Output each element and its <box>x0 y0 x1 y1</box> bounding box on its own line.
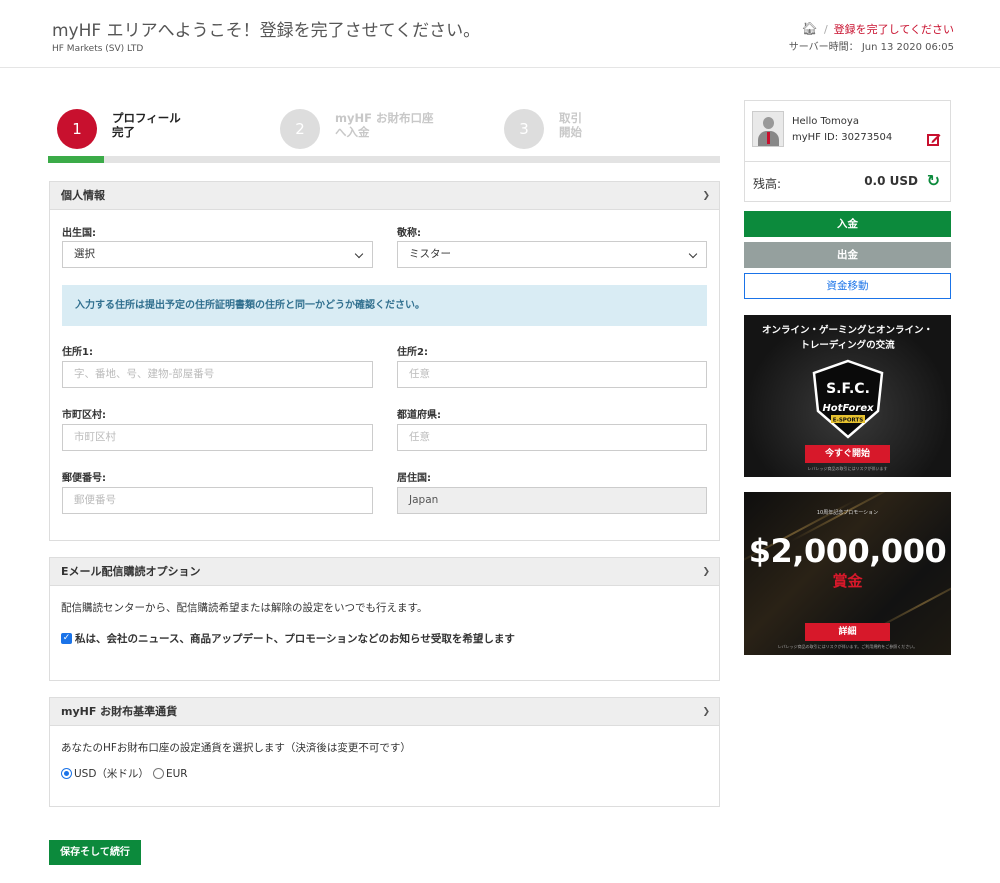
personal-info-panel: 個人情報 ❯ 出生国: 選択 敬称: ミスター 入力する住所は提出予定の住所証明… <box>49 181 720 541</box>
email-options-panel: Eメール配信購読オプション ❯ 配信購読センターから、配信購読希望または解除の設… <box>49 557 720 681</box>
step-label: 取引 開始 <box>559 111 582 139</box>
details-button[interactable]: 詳細 <box>805 623 890 641</box>
step-1: 1 プロフィール 完了 <box>57 109 181 149</box>
step-number: 2 <box>280 109 320 149</box>
step-2: 2 myHF お財布口座 へ入金 <box>280 109 433 149</box>
zip-input[interactable]: 郵便番号 <box>62 487 373 514</box>
user-summary-card: Hello Tomoya myHF ID: 30273504 残高: 0.0 U… <box>744 100 951 202</box>
personal-info-header[interactable]: 個人情報 ❯ <box>50 182 719 210</box>
currency-radio-group: USD（米ドル） EUR <box>61 766 188 781</box>
risk-disclaimer: レバレッジ商品の取引にはリスクが伴います <box>807 466 888 471</box>
usd-radio-label[interactable]: USD（米ドル） <box>74 766 149 781</box>
server-time: サーバー時間： Jun 13 2020 06:05 <box>788 42 954 53</box>
chevron-down-icon[interactable]: ❯ <box>702 182 710 210</box>
step-label: プロフィール 完了 <box>112 111 181 139</box>
prize-amount: $2,000,000 <box>748 532 947 570</box>
title-label: 敬称: <box>397 228 421 239</box>
balance-value: 0.0 USD <box>864 174 918 188</box>
edit-icon[interactable] <box>927 133 941 146</box>
company-name: HF Markets (SV) LTD <box>52 44 144 54</box>
step-label: myHF お財布口座 へ入金 <box>335 111 434 139</box>
newsletter-checkbox-row[interactable]: ✓ 私は、会社のニュース、商品アップデート、プロモーションなどのお知らせ受取を希… <box>61 631 515 646</box>
newsletter-checkbox-label[interactable]: 私は、会社のニュース、商品アップデート、プロモーションなどのお知らせ受取を希望し… <box>75 631 515 646</box>
withdraw-button[interactable]: 出金 <box>744 242 951 268</box>
prefecture-label: 都道府県: <box>397 410 441 421</box>
address1-label: 住所1: <box>62 347 93 358</box>
panel-title: 個人情報 <box>61 189 105 202</box>
address1-input[interactable]: 字、番地、号、建物-部屋番号 <box>62 361 373 388</box>
residence-label: 居住国: <box>397 473 431 484</box>
home-icon[interactable]: 🏠︎ <box>801 22 818 37</box>
step-3: 3 取引 開始 <box>504 109 582 149</box>
breadcrumb-separator: / <box>823 22 828 36</box>
promo-title: 10周年記念プロモーション <box>816 510 879 516</box>
eur-radio[interactable] <box>152 768 164 779</box>
address2-input[interactable]: 任意 <box>397 361 707 388</box>
logo-top-text: S.F.C. <box>826 381 870 397</box>
esports-promo-banner[interactable]: オンライン・ゲーミングとオンライン・ トレーディングの交流 S.F.C. Hot… <box>744 315 951 477</box>
banner-headline: オンライン・ゲーミングとオンライン・ トレーディングの交流 <box>761 325 933 351</box>
base-currency-header[interactable]: myHF お財布基準通貨 ❯ <box>50 698 719 726</box>
avatar <box>752 111 784 147</box>
city-label: 市町区村: <box>62 410 106 421</box>
birth-country-label: 出生国: <box>62 228 96 239</box>
save-continue-button[interactable]: 保存そして続行 <box>49 840 141 865</box>
chevron-down-icon[interactable]: ❯ <box>702 558 710 586</box>
logo-brand-text: HotForex <box>822 403 874 414</box>
address-info-alert: 入力する住所は提出予定の住所証明書類の住所と同一かどうか確認ください。 <box>62 285 707 326</box>
registration-steps: 1 プロフィール 完了 2 myHF お財布口座 へ入金 3 取引 開始 <box>48 105 720 165</box>
balance-label: 残高: <box>753 177 782 191</box>
step-number: 3 <box>504 109 544 149</box>
panel-title: myHF お財布基準通貨 <box>61 705 178 718</box>
newsletter-checkbox[interactable]: ✓ <box>61 633 72 644</box>
transfer-button[interactable]: 資金移動 <box>744 273 951 299</box>
page-header: myHF エリアへようこそ！登録を完了させてください。 HF Markets (… <box>0 0 1000 68</box>
breadcrumb-current: 登録を完了してください <box>833 23 954 36</box>
breadcrumb: 🏠︎ / 登録を完了してください <box>801 21 954 37</box>
prize-label: 賞金 <box>832 572 863 590</box>
email-options-header[interactable]: Eメール配信購読オプション ❯ <box>50 558 719 586</box>
zip-label: 郵便番号: <box>62 473 106 484</box>
sfc-hotforex-logo: S.F.C. HotForex E-SPORTS <box>812 359 884 439</box>
myhf-id: myHF ID: 30273504 <box>792 132 893 143</box>
usd-radio[interactable] <box>61 768 72 779</box>
eur-radio-label[interactable]: EUR <box>166 768 188 780</box>
step-number: 1 <box>57 109 97 149</box>
base-currency-panel: myHF お財布基準通貨 ❯ あなたのHFお財布口座の設定通貨を選択します（決済… <box>49 697 720 807</box>
address2-label: 住所2: <box>397 347 428 358</box>
chevron-down-icon[interactable]: ❯ <box>702 698 710 726</box>
deposit-button[interactable]: 入金 <box>744 211 951 237</box>
email-description: 配信購読センターから、配信購読希望または解除の設定をいつでも行えます。 <box>61 602 428 614</box>
progress-fill <box>48 156 104 163</box>
anniversary-promo-banner[interactable]: 10周年記念プロモーション $2,000,000 賞金 詳細 レバレッジ商品の取… <box>744 492 951 655</box>
page-title: myHF エリアへようこそ！登録を完了させてください。 <box>52 21 481 41</box>
prefecture-input[interactable]: 任意 <box>397 424 707 451</box>
city-input[interactable]: 市町区村 <box>62 424 373 451</box>
title-select[interactable]: ミスター <box>397 241 707 268</box>
refresh-icon[interactable]: ↻ <box>927 171 940 190</box>
currency-description: あなたのHFお財布口座の設定通貨を選択します（決済後は変更不可です） <box>61 742 411 754</box>
panel-title: Eメール配信購読オプション <box>61 565 201 578</box>
residence-field: Japan <box>397 487 707 514</box>
progress-bar <box>48 156 720 163</box>
birth-country-select[interactable]: 選択 <box>62 241 373 268</box>
start-now-button[interactable]: 今すぐ開始 <box>805 445 890 463</box>
logo-sub-text: E-SPORTS <box>833 418 863 424</box>
user-greeting: Hello Tomoya <box>792 116 859 127</box>
risk-disclaimer: レバレッジ商品の取引にはリスクが伴います。ご利用規約をご参照ください。 <box>777 644 918 649</box>
